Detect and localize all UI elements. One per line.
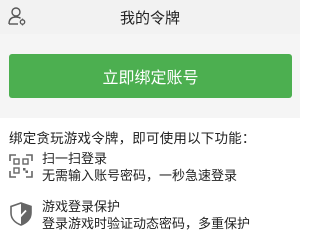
intro-text: 绑定贪玩游戏令牌，即可使用以下功能： bbox=[9, 131, 256, 147]
page-title: 我的令牌 bbox=[119, 9, 180, 27]
qr-scan-icon bbox=[9, 154, 33, 178]
feature-login-protection: 游戏登录保护 登录游戏时验证动态密码，多重保护 bbox=[0, 196, 300, 240]
top-bar: 我的令牌 bbox=[0, 0, 300, 34]
feature-scan-login: 扫一扫登录 无需输入账号密码，一秒急速登录 bbox=[0, 148, 300, 192]
shield-icon bbox=[9, 202, 33, 226]
feature-description: 无需输入账号密码，一秒急速登录 bbox=[42, 169, 238, 184]
feature-description: 登录游戏时验证动态密码，多重保护 bbox=[42, 217, 251, 232]
bind-account-button[interactable]: 立即绑定账号 bbox=[9, 54, 292, 98]
